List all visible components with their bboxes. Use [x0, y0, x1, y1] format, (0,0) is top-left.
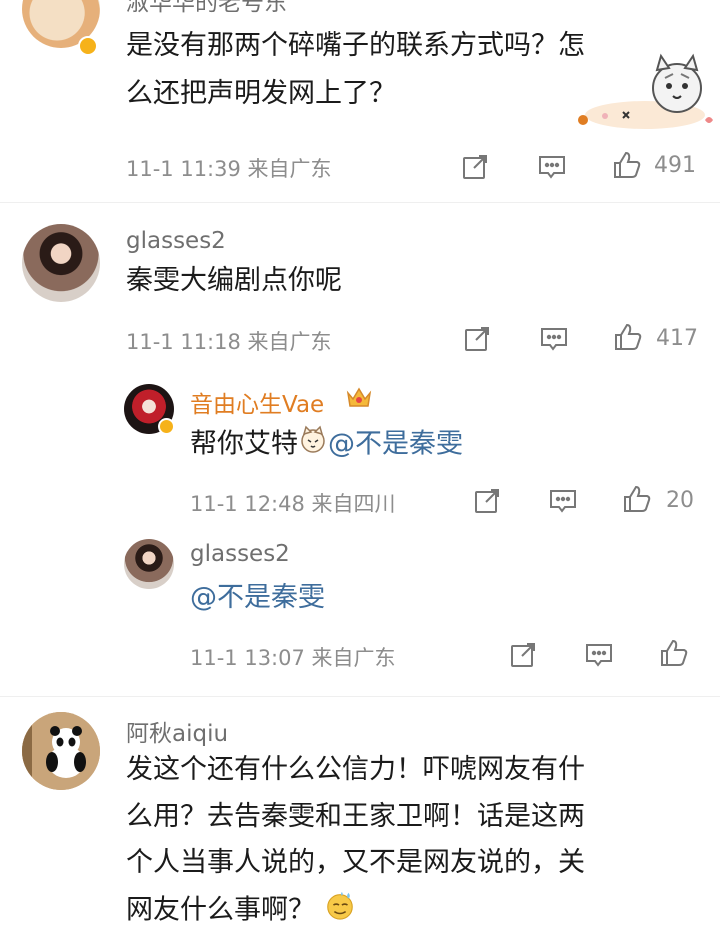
username[interactable]: 淑华华的老号东: [126, 0, 287, 17]
reply-text: @不是秦雯: [190, 578, 325, 618]
comment-text-line: 秦雯大编剧点你呢: [126, 265, 342, 296]
crown-icon: [345, 383, 373, 411]
verified-icon: [158, 418, 175, 435]
divider: [0, 202, 720, 203]
comment-meta: 11-1 11:39 来自广东: [126, 157, 332, 181]
verified-icon: [78, 36, 98, 56]
comment-text-line: 是没有那两个碎嘴子的联系方式吗？怎: [126, 30, 585, 61]
comment-text-line: 么还把声明发网上了？: [126, 78, 396, 109]
cat-sticker-icon: [565, 20, 715, 135]
comment-text-line: 发这个还有什么公信力！吓唬网友有什: [126, 754, 585, 785]
mention-link[interactable]: @不是秦雯: [328, 429, 463, 460]
reply-text: 帮你艾特 @不是秦雯: [190, 424, 463, 466]
comment-text-line: 个人当事人说的，又不是网友说的，关: [126, 847, 585, 878]
share-icon[interactable]: [462, 324, 492, 354]
like-count: 417: [656, 326, 698, 351]
mention-link[interactable]: @不是秦雯: [190, 582, 325, 613]
sweat-emoji: [324, 889, 356, 933]
like-icon[interactable]: [613, 322, 643, 352]
username[interactable]: glasses2: [126, 228, 226, 254]
comment-icon[interactable]: [548, 486, 578, 516]
comment-text-line: 网友什么事啊？: [126, 889, 356, 933]
like-count: 491: [654, 153, 696, 178]
reply-meta: 11-1 13:07 来自广东: [190, 646, 396, 670]
share-icon[interactable]: [460, 152, 490, 182]
cat-emoji: [298, 424, 328, 466]
divider: [0, 696, 720, 697]
like-icon[interactable]: [612, 150, 642, 180]
like-icon[interactable]: [659, 638, 689, 668]
comment-icon[interactable]: [539, 324, 569, 354]
reply-meta: 11-1 12:48 来自四川: [190, 492, 396, 516]
username[interactable]: glasses2: [190, 541, 290, 567]
panda-avatar-icon: [22, 712, 100, 790]
avatar[interactable]: [22, 712, 100, 790]
share-icon[interactable]: [472, 486, 502, 516]
comment-icon[interactable]: [584, 640, 614, 670]
username[interactable]: 阿秋aiqiu: [126, 714, 228, 748]
avatar[interactable]: [22, 224, 100, 302]
comment-text-line: 么用？去告秦雯和王家卫啊！话是这两: [126, 801, 585, 832]
like-count: 20: [666, 488, 694, 513]
avatar[interactable]: [124, 539, 174, 589]
reply-text-prefix: 帮你艾特: [190, 428, 298, 460]
like-icon[interactable]: [622, 484, 652, 514]
comment-meta: 11-1 11:18 来自广东: [126, 330, 332, 354]
comment-text-segment: 网友什么事啊？: [126, 894, 315, 926]
share-icon[interactable]: [508, 640, 538, 670]
username[interactable]: 音由心生Vae: [190, 385, 324, 419]
comment-icon[interactable]: [537, 152, 567, 182]
